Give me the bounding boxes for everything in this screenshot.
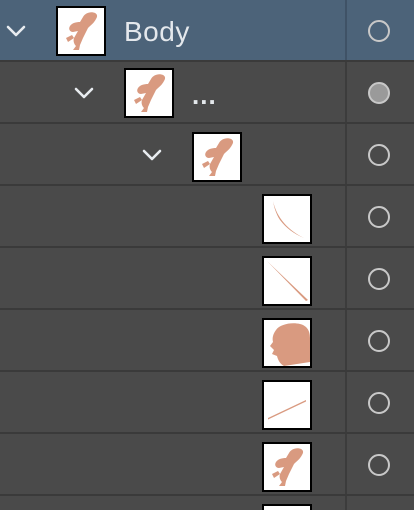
diagonal-line-icon (267, 261, 308, 301)
layer-thumbnail[interactable] (192, 132, 242, 182)
visibility-toggle-icon[interactable] (368, 454, 390, 476)
visibility-toggle-icon[interactable] (368, 268, 390, 290)
crouching-figure-icon (134, 74, 166, 112)
layer-label[interactable]: ... (192, 80, 217, 111)
layer-row-body[interactable]: Body (0, 0, 414, 62)
chevron-down-icon[interactable] (140, 143, 164, 167)
layer-row-leaf[interactable] (0, 434, 414, 496)
visibility-toggle-icon[interactable] (368, 82, 390, 104)
thin-line-icon (268, 400, 306, 420)
layer-row-group[interactable]: ... (0, 62, 414, 124)
layer-row-leaf[interactable] (0, 248, 414, 310)
layer-thumbnail[interactable] (262, 256, 312, 306)
visibility-toggle-icon[interactable] (368, 330, 390, 352)
layer-thumbnail[interactable] (262, 318, 312, 368)
layer-row-leaf[interactable] (0, 310, 414, 372)
crouching-figure-icon (272, 448, 304, 486)
column-divider (345, 62, 347, 122)
layer-thumbnail[interactable] (262, 442, 312, 492)
layer-thumbnail[interactable] (56, 6, 106, 56)
layer-thumbnail[interactable] (262, 504, 312, 510)
column-divider (345, 372, 347, 432)
column-divider (345, 124, 347, 184)
column-divider (345, 248, 347, 308)
column-divider (345, 186, 347, 246)
head-silhouette-icon (270, 323, 310, 366)
chevron-down-icon[interactable] (72, 81, 96, 105)
layer-thumbnail[interactable] (124, 68, 174, 118)
column-divider (345, 0, 347, 60)
visibility-toggle-icon[interactable] (368, 392, 390, 414)
layers-panel: Body ... (0, 0, 414, 510)
layer-row-partial[interactable] (0, 496, 414, 510)
layer-row-leaf[interactable] (0, 372, 414, 434)
layer-row-subgroup[interactable] (0, 124, 414, 186)
layer-label[interactable]: Body (124, 16, 190, 48)
column-divider (345, 434, 347, 494)
visibility-toggle-icon[interactable] (368, 20, 390, 42)
visibility-toggle-icon[interactable] (368, 206, 390, 228)
layer-thumbnail[interactable] (262, 380, 312, 430)
crouching-figure-icon (66, 12, 98, 51)
column-divider (345, 496, 347, 510)
curved-stroke-icon (273, 201, 304, 238)
chevron-down-icon[interactable] (4, 19, 28, 43)
layer-row-leaf[interactable] (0, 186, 414, 248)
layer-thumbnail[interactable] (262, 194, 312, 244)
crouching-figure-icon (202, 138, 234, 176)
column-divider (345, 310, 347, 370)
visibility-toggle-icon[interactable] (368, 144, 390, 166)
